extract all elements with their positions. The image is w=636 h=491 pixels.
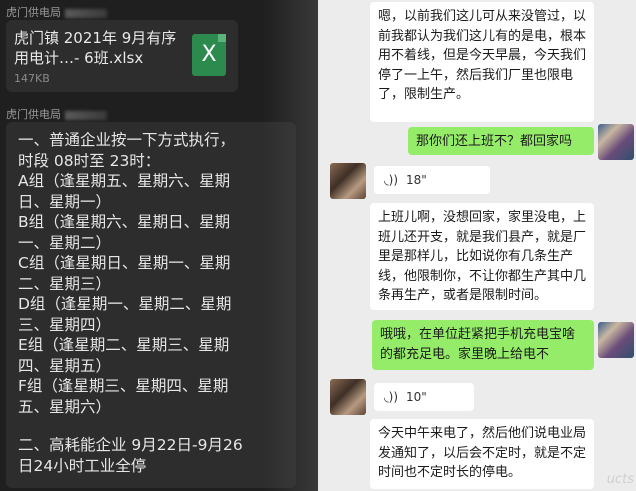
notice-line: 时段 08时至 23时： [18, 151, 161, 170]
notice-line: E组（逢星期二、星期三、星期 [18, 336, 230, 354]
sender-name: 虎门供电局 [6, 4, 107, 20]
file-message[interactable]: 虎门镇 2021年 9月有序用电计…- 6班.xlsx 147KB X [6, 20, 238, 92]
voice-message[interactable]: ◟)) 10" [374, 383, 474, 411]
chat-bubble-sent[interactable]: 那你们还上班不？都回家吗 [408, 127, 594, 155]
notice-line: 五、星期六） [18, 397, 112, 416]
notice-line: 二、星期三） [18, 274, 112, 293]
notice-line: B组（逢星期六、星期日、星期 [18, 213, 231, 231]
notice-message[interactable]: 一、普通企业按一下方式执行， 时段 08时至 23时： A组（逢星期五、星期六、… [6, 122, 296, 488]
left-chat-pane: 虎门供电局 虎门镇 2021年 9月有序用电计…- 6班.xlsx 147KB … [0, 0, 318, 491]
notice-line: 日、星期一） [18, 192, 112, 211]
chat-bubble-sent[interactable]: 哦哦，在单位赶紧把手机充电宝啥的都充足电。家里晚上给电不 [372, 320, 594, 370]
excel-file-icon: X [192, 34, 226, 76]
notice-line: 四、星期五） [18, 356, 112, 375]
avatar[interactable] [598, 322, 634, 358]
chat-bubble-received[interactable]: 上班儿啊，没想回家，家里没电，上班儿还开支，就是我们县产，就是厂里是那样儿，比如… [370, 203, 594, 310]
watermark: ucts [606, 472, 634, 487]
avatar[interactable] [330, 379, 366, 415]
notice-line: A组（逢星期五、星期六、星期 [18, 172, 231, 190]
blurred-name [65, 8, 107, 18]
voice-message[interactable]: ◟)) 18" [374, 166, 490, 194]
avatar[interactable] [598, 124, 634, 160]
notice-line: F组（逢星期三、星期四、星期 [18, 377, 229, 395]
background-blur [262, 0, 318, 491]
voice-wave-icon: ◟)) [384, 390, 399, 404]
blurred-name [65, 110, 107, 120]
notice-line: 日24小时工业全停 [18, 456, 147, 475]
notice-line: 一、星期二） [18, 233, 112, 252]
file-title: 虎门镇 2021年 9月有序用电计…- 6班.xlsx [14, 29, 177, 67]
right-chat-pane: 嗯，以前我们这儿可从来没管过，以前我都认为我们这儿有的是电，根本用不着线，但是今… [318, 0, 636, 491]
file-size: 147KB [14, 72, 50, 85]
notice-line: 二、高耗能企业 9月22日-9月26 [18, 436, 243, 454]
chat-bubble-received[interactable]: 今天中午来电了，然后他们说电业局发通知了，以后会不定时，就是不定时间也不定时长的… [370, 419, 594, 489]
voice-wave-icon: ◟)) [384, 173, 399, 187]
notice-line: D组（逢星期一、星期二、星期 [18, 295, 232, 313]
sender-name: 虎门供电局 [6, 106, 107, 122]
voice-duration: 10" [406, 390, 427, 404]
chat-bubble-received[interactable]: 嗯，以前我们这儿可从来没管过，以前我都认为我们这儿有的是电，根本用不着线，但是今… [370, 2, 594, 122]
voice-duration: 18" [406, 173, 427, 187]
notice-line: 三、星期四） [18, 315, 112, 334]
avatar[interactable] [330, 163, 366, 199]
notice-line: 一、普通企业按一下方式执行， [18, 131, 236, 149]
notice-line: C组（逢星期日、星期一、星期 [18, 254, 231, 272]
